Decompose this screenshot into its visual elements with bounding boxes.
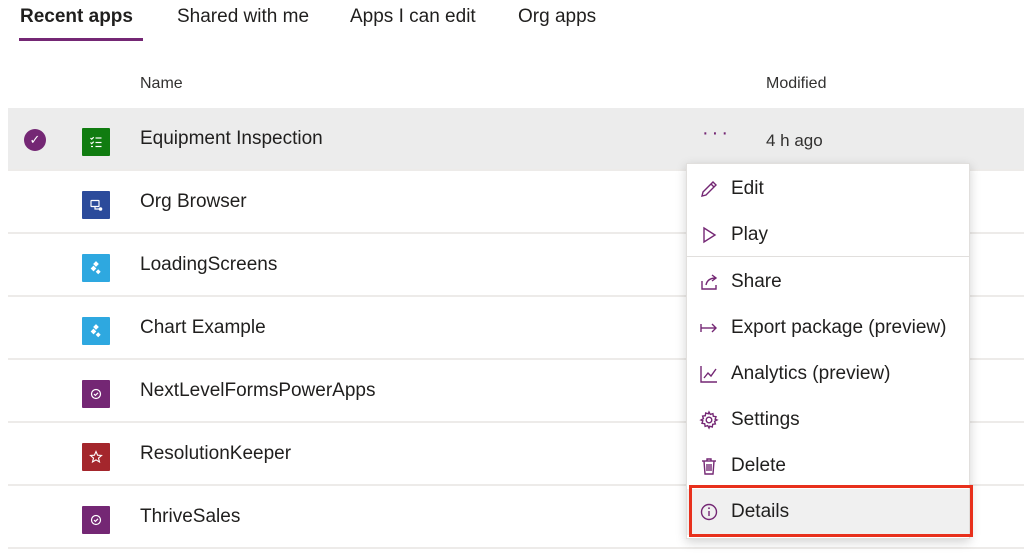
gear-icon bbox=[698, 409, 720, 431]
play-icon bbox=[698, 224, 720, 246]
menu-item-delete[interactable]: Delete bbox=[687, 443, 969, 489]
app-name[interactable]: NextLevelFormsPowerApps bbox=[140, 380, 375, 402]
tab-apps-i-can-edit[interactable]: Apps I can edit bbox=[350, 6, 476, 28]
menu-item-play[interactable]: Play bbox=[687, 212, 969, 258]
menu-item-label: Play bbox=[731, 224, 768, 245]
context-menu: Edit Play Share Export package (preview)… bbox=[686, 163, 970, 539]
analytics-icon bbox=[698, 363, 720, 385]
tab-org-apps[interactable]: Org apps bbox=[518, 6, 596, 28]
menu-item-export-package[interactable]: Export package (preview) bbox=[687, 305, 969, 351]
menu-item-analytics[interactable]: Analytics (preview) bbox=[687, 351, 969, 397]
column-header-modified[interactable]: Modified bbox=[766, 75, 826, 93]
canvas-app-icon bbox=[82, 317, 110, 345]
tab-shared-with-me[interactable]: Shared with me bbox=[177, 6, 309, 28]
info-icon bbox=[698, 501, 720, 523]
app-name[interactable]: ResolutionKeeper bbox=[140, 443, 291, 465]
more-options-icon[interactable]: ··· bbox=[702, 122, 731, 145]
menu-item-details[interactable]: Details bbox=[687, 489, 969, 535]
trash-icon bbox=[698, 455, 720, 477]
menu-item-label: Export package (preview) bbox=[731, 317, 947, 338]
org-browser-icon bbox=[82, 191, 110, 219]
menu-item-settings[interactable]: Settings bbox=[687, 397, 969, 443]
checklist-icon bbox=[82, 128, 110, 156]
menu-divider bbox=[687, 256, 969, 257]
menu-item-label: Share bbox=[731, 271, 782, 292]
app-name[interactable]: LoadingScreens bbox=[140, 254, 277, 276]
check-badge-icon bbox=[82, 380, 110, 408]
check-badge-icon bbox=[82, 506, 110, 534]
app-name[interactable]: ThriveSales bbox=[140, 506, 240, 528]
menu-item-label: Edit bbox=[731, 178, 764, 199]
star-icon bbox=[82, 443, 110, 471]
modified-time: 4 h ago bbox=[766, 131, 823, 150]
tab-recent-apps[interactable]: Recent apps bbox=[20, 6, 133, 28]
column-header-name[interactable]: Name bbox=[140, 75, 183, 93]
export-icon bbox=[698, 317, 720, 339]
active-tab-indicator bbox=[19, 38, 143, 41]
pencil-icon bbox=[698, 178, 720, 200]
tab-bar: Recent apps Shared with me Apps I can ed… bbox=[0, 0, 1024, 44]
app-name[interactable]: Org Browser bbox=[140, 191, 247, 213]
menu-item-share[interactable]: Share bbox=[687, 259, 969, 305]
app-name[interactable]: Chart Example bbox=[140, 317, 266, 339]
canvas-app-icon bbox=[82, 254, 110, 282]
menu-item-label: Details bbox=[731, 501, 790, 522]
app-name[interactable]: Equipment Inspection bbox=[140, 128, 323, 150]
checkmark-icon[interactable]: ✓ bbox=[24, 129, 46, 151]
table-row[interactable]: ✓ Equipment Inspection ··· 4 h ago bbox=[8, 108, 1024, 171]
menu-item-edit[interactable]: Edit bbox=[687, 166, 969, 212]
menu-item-label: Analytics (preview) bbox=[731, 363, 891, 384]
menu-item-label: Delete bbox=[731, 455, 786, 476]
share-icon bbox=[698, 271, 720, 293]
menu-item-label: Settings bbox=[731, 409, 800, 430]
